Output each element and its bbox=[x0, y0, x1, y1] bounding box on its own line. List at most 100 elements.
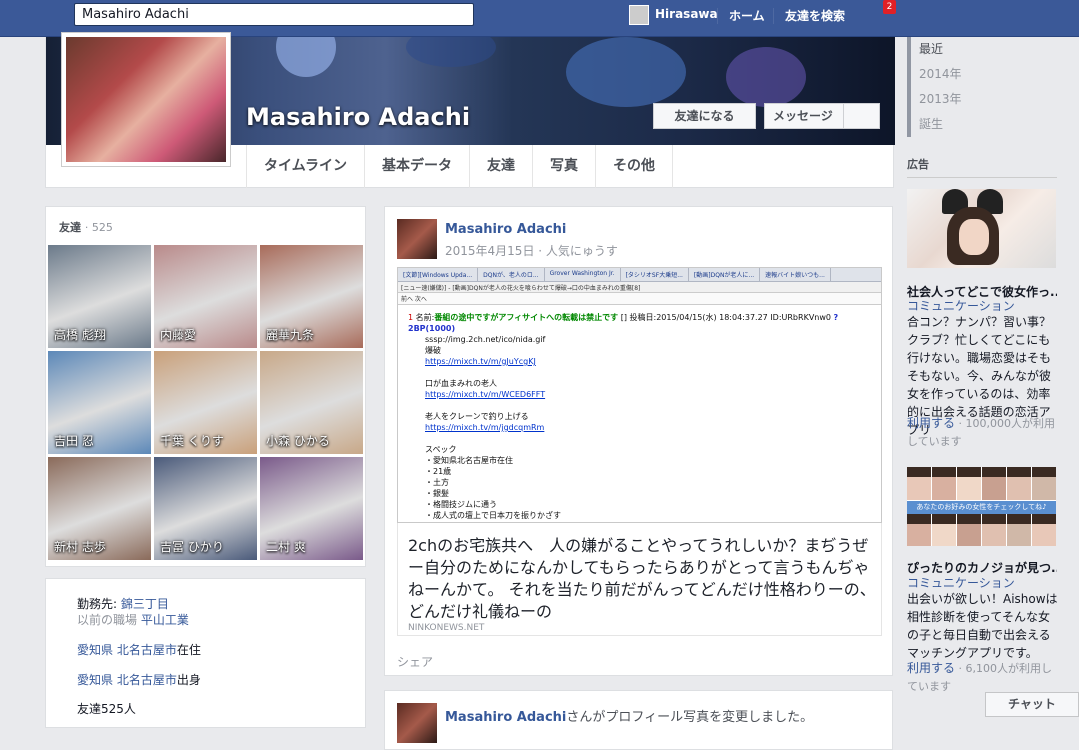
tab-friends[interactable]: 友達 bbox=[469, 145, 532, 188]
ad1-image[interactable] bbox=[907, 189, 1056, 268]
ad1-cta[interactable]: 利用する bbox=[907, 416, 955, 430]
tab-more[interactable]: その他 bbox=[595, 145, 674, 188]
post-name-label: 名前: bbox=[415, 313, 435, 322]
tab-timeline[interactable]: タイムライン bbox=[246, 145, 364, 188]
prev-work-label: 以前の職場 bbox=[77, 613, 138, 627]
profile-tabs: タイムライン 基本データ 友達 写真 その他 bbox=[246, 145, 674, 188]
user-avatar[interactable] bbox=[629, 5, 649, 25]
nav-divider bbox=[717, 8, 718, 24]
prev-work-link[interactable]: 平山工業 bbox=[141, 613, 189, 627]
screenshot-thread-body: 1 名前:番組の途中ですがアフィサイトへの転載は禁止です [] 投稿日:2015… bbox=[408, 312, 881, 521]
timeline-post-2: Masahiro Adachiさんがプロフィール写真を変更しました。 bbox=[384, 690, 893, 750]
screenshot-tab: [動画]DQNが老人に... bbox=[689, 268, 761, 281]
post2-author-avatar[interactable] bbox=[397, 703, 437, 743]
screenshot-tab: Grover Washington Jr. bbox=[545, 268, 621, 281]
friends-title[interactable]: 友達 bbox=[59, 221, 81, 234]
friend-tile[interactable]: 内藤愛 bbox=[154, 245, 257, 348]
share-link[interactable]: シェア bbox=[397, 653, 433, 670]
screenshot-line: ・21歳 bbox=[425, 467, 452, 476]
article-source: NINKONEWS.NET bbox=[408, 623, 485, 633]
screenshot-tab: [文節][Windows Upda... bbox=[398, 268, 479, 281]
friend-tile[interactable]: 吉冨 ひかり bbox=[154, 457, 257, 560]
screenshot-line: https://mixch.tv/m/gJuYcgKJ bbox=[425, 357, 536, 366]
screenshot-line: sssp://img.2ch.net/ico/nida.gif bbox=[425, 335, 546, 344]
message-label: メッセージ bbox=[773, 109, 833, 123]
friends-heading: 友達 · 525 bbox=[59, 219, 113, 235]
message-button[interactable]: メッセージ bbox=[764, 103, 880, 129]
screenshot-line: ・銀髪 bbox=[425, 489, 449, 498]
screenshot-tab: DQNが、老人のロ... bbox=[478, 268, 545, 281]
friends-count: · 525 bbox=[84, 221, 113, 234]
friend-tile[interactable]: 新村 志歩 bbox=[48, 457, 151, 560]
ad2-footer: 利用する · 6,100人が利用しています bbox=[907, 659, 1062, 696]
profile-picture[interactable] bbox=[61, 32, 231, 167]
screenshot-line: ・成人式の壇上で日本刀を振りかざす bbox=[425, 511, 561, 520]
ad2-banner: あなたのお好みの女性をチェックしてね♪ bbox=[907, 501, 1056, 514]
shared-article[interactable]: 2chのお宅族共へ 人の嫌がることやってうれしいか？まぢうぜー自分のためになんか… bbox=[397, 523, 882, 636]
screenshot-line: https://mixch.tv/m/jgdcqmRm bbox=[425, 423, 545, 432]
work-line: 勤務先: 錦三丁目 bbox=[77, 595, 169, 612]
article-text: 2chのお宅族共へ 人の嫌がることやってうれしいか？まぢうぜー自分のためになんか… bbox=[408, 536, 876, 621]
friend-name[interactable]: 二村 爽 bbox=[266, 538, 306, 555]
search-input[interactable] bbox=[74, 3, 474, 26]
ad2-category: コミュニケーション bbox=[907, 576, 1015, 590]
post-author-avatar[interactable] bbox=[397, 219, 437, 259]
post-screenshot-image[interactable]: [文節][Windows Upda... DQNが、老人のロ... Grover W… bbox=[397, 267, 882, 523]
friend-tile[interactable]: 麗華九条 bbox=[260, 245, 363, 348]
screenshot-tab: [タシリオSF大乗短... bbox=[621, 268, 689, 281]
screenshot-tab: 速報バイト娘いつも... bbox=[760, 268, 831, 281]
chat-button[interactable]: チャット bbox=[985, 692, 1079, 717]
friend-tile[interactable]: 小森 ひかる bbox=[260, 351, 363, 454]
notification-badge[interactable]: 2 bbox=[883, 0, 896, 14]
year-2013[interactable]: 2013年 bbox=[911, 87, 967, 112]
work-link[interactable]: 錦三丁目 bbox=[121, 597, 169, 611]
tab-photos[interactable]: 写真 bbox=[532, 145, 595, 188]
lives-link[interactable]: 愛知県 北名古屋市 bbox=[77, 643, 177, 657]
ad2-cta[interactable]: 利用する bbox=[907, 661, 955, 675]
profile-name[interactable]: Masahiro Adachi bbox=[246, 103, 470, 131]
lives-suffix: 在住 bbox=[176, 643, 201, 657]
year-born[interactable]: 誕生 bbox=[911, 112, 967, 137]
screenshot-header-line: 1 名前:番組の途中ですがアフィサイトへの転載は禁止です [] 投稿日:2015… bbox=[408, 312, 881, 334]
friend-name[interactable]: 吉冨 ひかり bbox=[160, 538, 224, 555]
post2-author-name[interactable]: Masahiro Adachi bbox=[445, 710, 566, 725]
ad2-body: 出会いが欲しい！Aishowは相性診断を使ってそんな女の子と毎日自動で出会えるマ… bbox=[907, 592, 1058, 660]
friends-count-line[interactable]: 友達525人 bbox=[77, 700, 136, 717]
friend-tile[interactable]: 吉田 忍 bbox=[48, 351, 151, 454]
screenshot-browser-tabs: [文節][Windows Upda... DQNが、老人のロ... Grover W… bbox=[398, 268, 881, 282]
friend-name[interactable]: 小森 ひかる bbox=[266, 432, 330, 449]
year-recent[interactable]: 最近 bbox=[911, 37, 967, 62]
friend-name[interactable]: 麗華九条 bbox=[266, 326, 314, 343]
post2-text: Masahiro Adachiさんがプロフィール写真を変更しました。 bbox=[445, 706, 813, 725]
ad1-category: コミュニケーション bbox=[907, 299, 1015, 313]
post-author-name[interactable]: Masahiro Adachi bbox=[445, 222, 566, 237]
tab-about[interactable]: 基本データ bbox=[364, 145, 469, 188]
add-friend-button[interactable]: 友達になる bbox=[653, 103, 756, 129]
friend-tile[interactable]: 千葉 くりす bbox=[154, 351, 257, 454]
screenshot-line: ・格闘技ジムに通う bbox=[425, 500, 497, 509]
post-name-value: 番組の途中ですがアフィサイトへの転載は禁止です bbox=[434, 313, 619, 322]
from-link[interactable]: 愛知県 北名古屋市 bbox=[77, 673, 177, 687]
screenshot-line: 老人をクレーンで釣り上げる bbox=[425, 412, 529, 421]
find-friends-link[interactable]: 友達を検索 bbox=[785, 7, 845, 24]
friend-name[interactable]: 新村 志歩 bbox=[54, 538, 106, 555]
friend-name[interactable]: 内藤愛 bbox=[160, 326, 196, 343]
screenshot-line: ・愛知県北名古屋市在住 bbox=[425, 456, 513, 465]
home-link[interactable]: ホーム bbox=[729, 7, 765, 24]
screenshot-line bbox=[408, 433, 881, 444]
post-date: [] 投稿日:2015/04/15(水) 18:04:37.27 ID:URbR… bbox=[620, 313, 831, 322]
friend-name[interactable]: 吉田 忍 bbox=[54, 432, 94, 449]
lives-line: 愛知県 北名古屋市在住 bbox=[77, 641, 201, 658]
screenshot-line: https://mixch.tv/m/WCED6FFT bbox=[425, 390, 546, 399]
from-line: 愛知県 北名古屋市出身 bbox=[77, 671, 201, 688]
friend-name[interactable]: 高橋 彪翔 bbox=[54, 326, 106, 343]
friend-name[interactable]: 千葉 くりす bbox=[160, 432, 224, 449]
friend-tile[interactable]: 高橋 彪翔 bbox=[48, 245, 151, 348]
user-name-link[interactable]: Hirasawa bbox=[655, 7, 718, 21]
screenshot-line: 口が血まみれの老人 bbox=[425, 379, 497, 388]
friend-tile[interactable]: 二村 爽 bbox=[260, 457, 363, 560]
year-2014[interactable]: 2014年 bbox=[911, 62, 967, 87]
post-meta[interactable]: 2015年4月15日 · 人気にゅうす bbox=[445, 242, 618, 259]
ad2-image[interactable]: あなたのお好みの女性をチェックしてね♪ bbox=[907, 467, 1056, 546]
post-number: 1 bbox=[408, 313, 414, 322]
